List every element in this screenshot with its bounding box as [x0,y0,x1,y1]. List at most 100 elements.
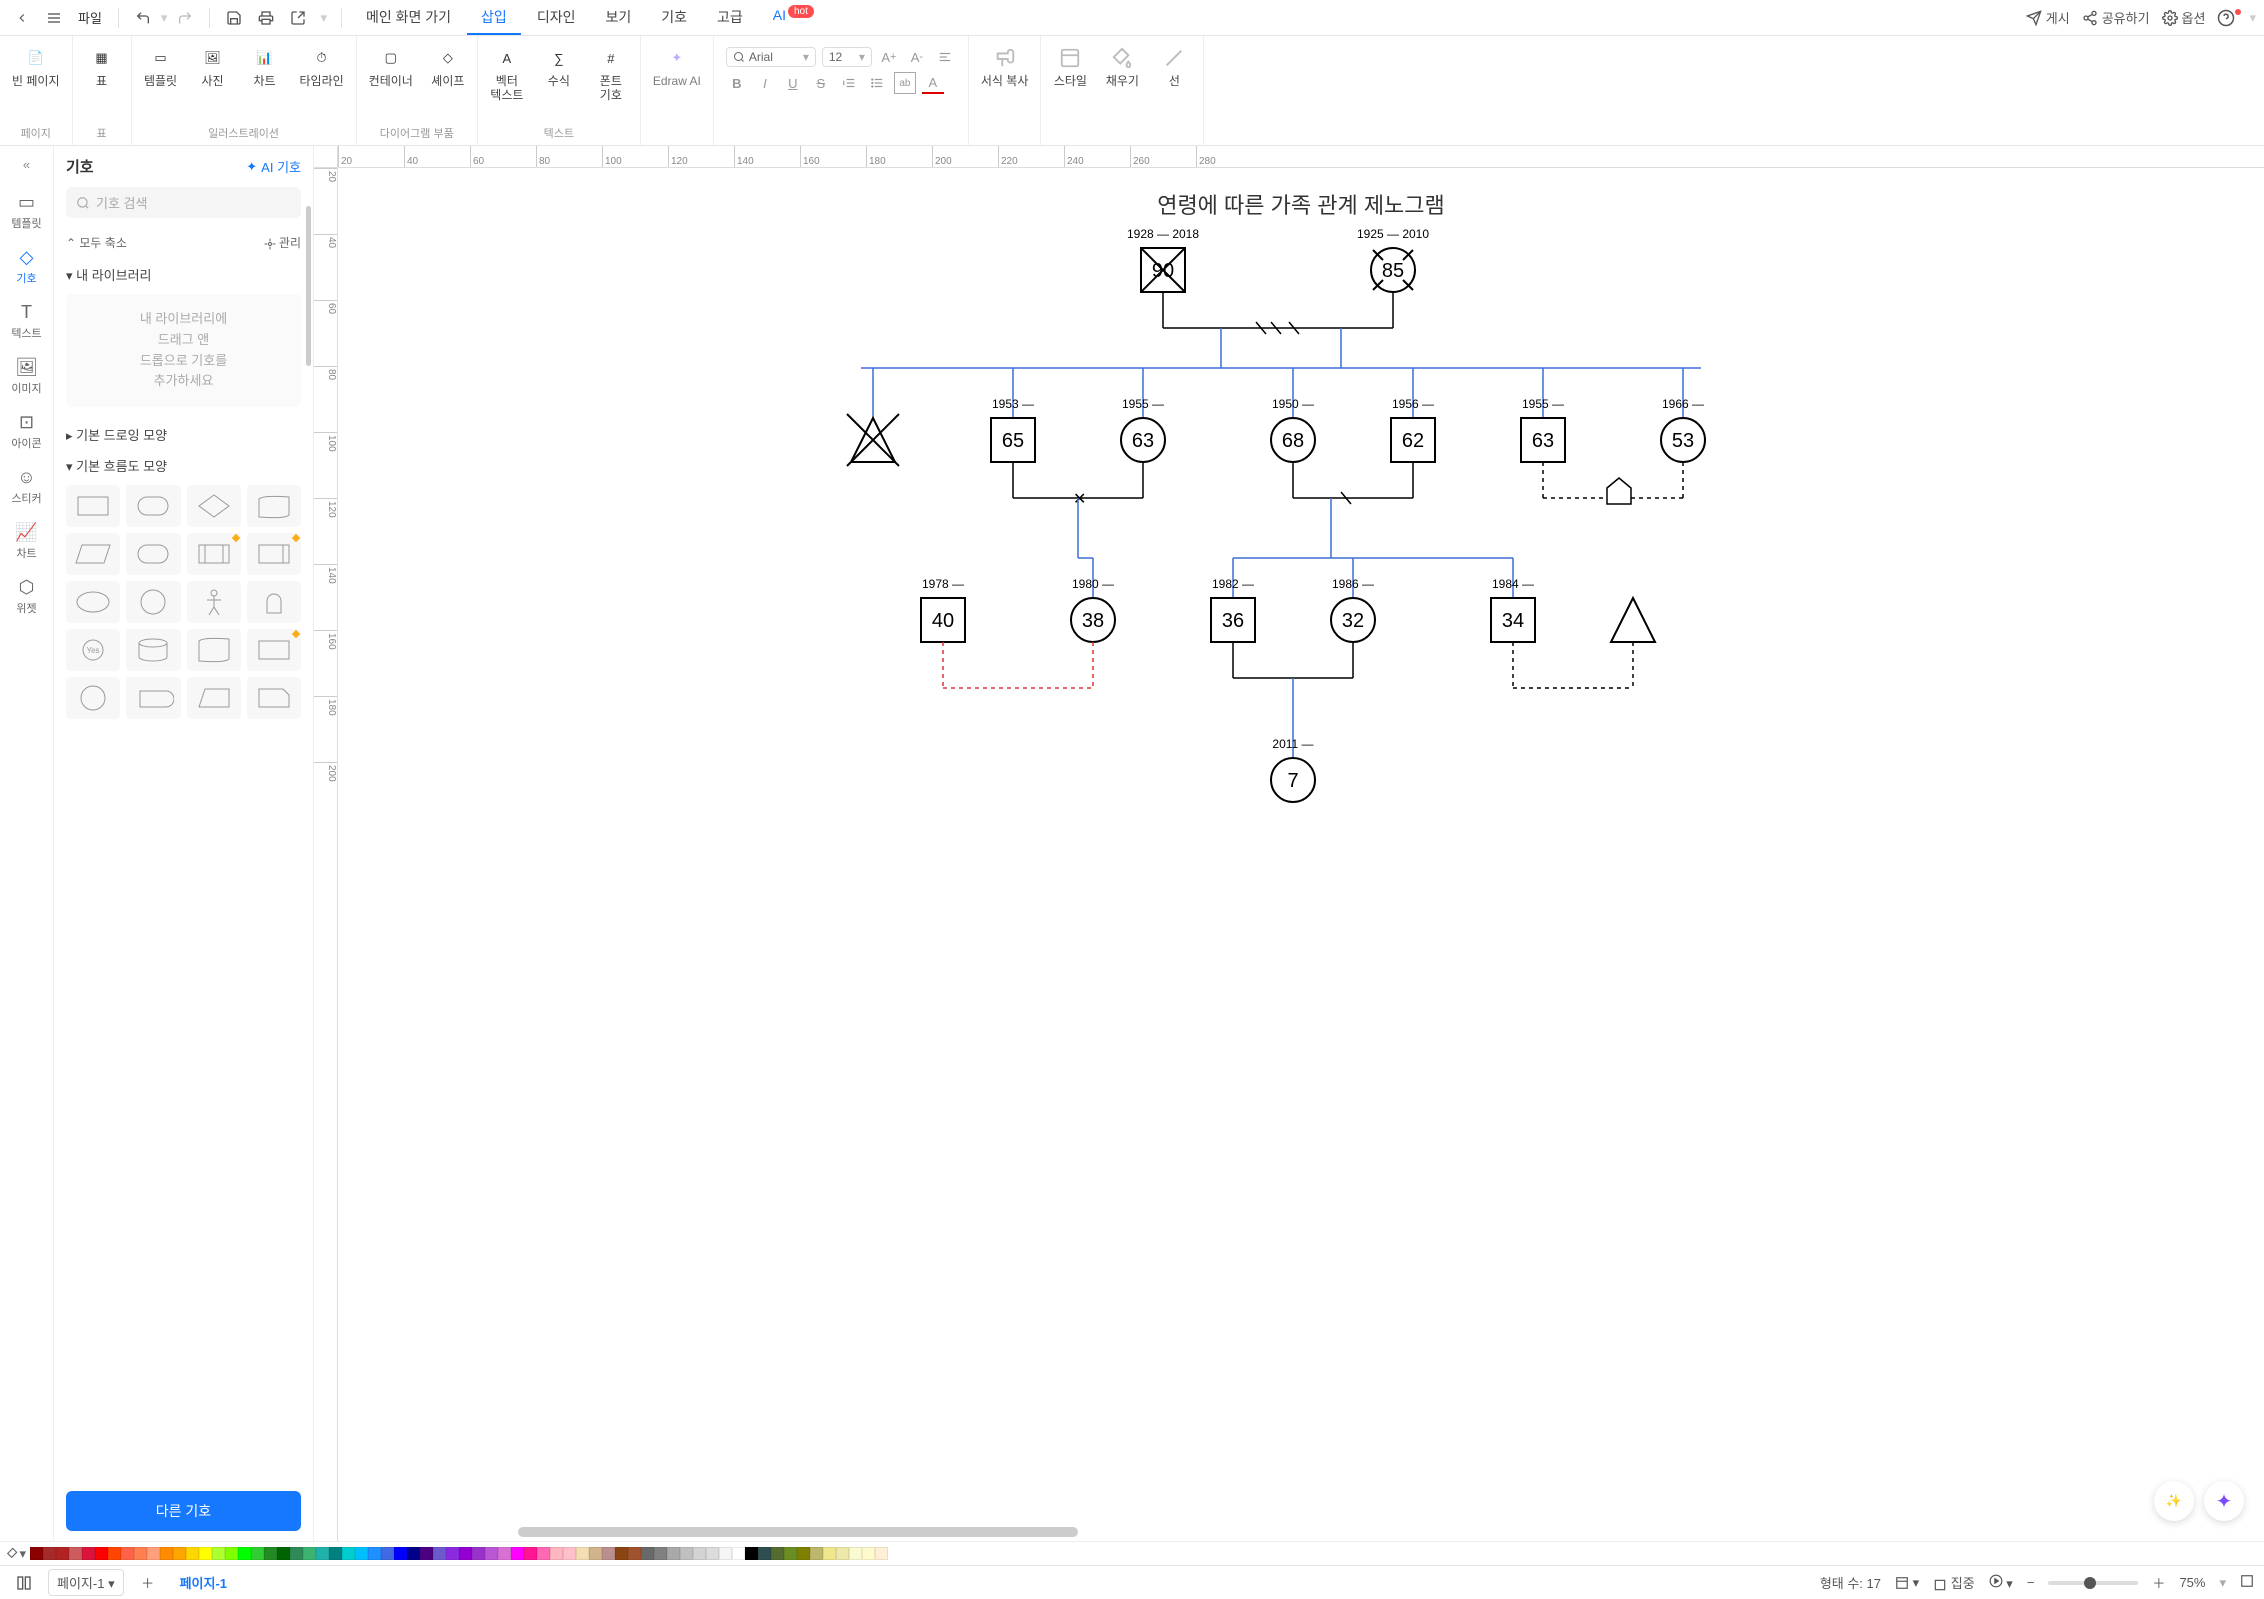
swatch[interactable] [615,1547,628,1560]
swatch[interactable] [56,1547,69,1560]
swatch[interactable] [589,1547,602,1560]
ribbon-폰트기호[interactable]: #폰트 기호 [586,42,636,123]
swatch[interactable] [758,1547,771,1560]
shape-thumb-18[interactable] [187,677,241,719]
panel-scrollbar[interactable] [306,206,311,366]
ai-symbols-link[interactable]: ✦ AI 기호 [246,157,301,176]
swatch[interactable] [355,1547,368,1560]
page-select[interactable]: 페이지-1 ▾ [48,1569,124,1596]
font-color-icon[interactable]: A [922,72,944,94]
swatch[interactable] [524,1547,537,1560]
genogram-diagram[interactable]: 연령에 따른 가족 관계 제노그램 1928 — 2018901925 — 20… [801,178,1801,878]
back-button[interactable] [8,4,36,32]
swatch[interactable] [342,1547,355,1560]
swatch[interactable] [420,1547,433,1560]
swatch[interactable] [329,1547,342,1560]
collapse-rail-button[interactable]: « [13,154,41,174]
rail-위젯[interactable]: ⬡위젯 [7,569,45,624]
line-button[interactable]: 선 [1149,42,1199,143]
swatch[interactable] [680,1547,693,1560]
shape-thumb-19[interactable] [247,677,301,719]
shape-thumb-13[interactable] [126,629,180,671]
swatch[interactable] [862,1547,875,1560]
swatch[interactable] [849,1547,862,1560]
rail-차트[interactable]: 📈차트 [7,514,45,569]
swatch[interactable] [550,1547,563,1560]
swatch[interactable] [173,1547,186,1560]
shape-thumb-9[interactable] [126,581,180,623]
swatch[interactable] [433,1547,446,1560]
undo-button[interactable] [129,4,157,32]
collapse-all-button[interactable]: ⌃ 모두 축소 [66,234,127,251]
fullscreen-button[interactable] [2240,1574,2254,1591]
swatch[interactable] [498,1547,511,1560]
swatch[interactable] [95,1547,108,1560]
swatch[interactable] [472,1547,485,1560]
manage-button[interactable]: 관리 [264,234,301,251]
focus-mode-button[interactable]: 집중 [1933,1573,1975,1592]
menu-고급[interactable]: 고급 [703,1,757,35]
swatch[interactable] [368,1547,381,1560]
swatch[interactable] [654,1547,667,1560]
rail-스티커[interactable]: ☺스티커 [7,459,45,514]
font-size-select[interactable]: 12▾ [822,47,872,67]
shape-thumb-10[interactable] [187,581,241,623]
swatch[interactable] [732,1547,745,1560]
play-button[interactable]: ▾ [1989,1574,2013,1592]
print-button[interactable] [252,4,280,32]
text-box-icon[interactable]: ab [894,72,916,94]
swatch[interactable] [667,1547,680,1560]
shape-thumb-2[interactable] [187,485,241,527]
swatch[interactable] [719,1547,732,1560]
swatch[interactable] [693,1547,706,1560]
swatch[interactable] [771,1547,784,1560]
swatch[interactable] [69,1547,82,1560]
help-button[interactable]: ▾ [2217,9,2256,27]
swatch[interactable] [563,1547,576,1560]
swatch[interactable] [147,1547,160,1560]
page-list-icon[interactable] [10,1569,38,1597]
ribbon-사진[interactable]: 🖼사진 [188,42,238,123]
page-tab[interactable]: 페이지-1 [172,1569,235,1596]
underline-icon[interactable]: U [782,72,804,94]
swatch[interactable] [251,1547,264,1560]
options-button[interactable]: 옵션 [2162,8,2206,27]
ribbon-셰이프[interactable]: ◇셰이프 [423,42,473,123]
swatch[interactable] [836,1547,849,1560]
shape-thumb-17[interactable] [126,677,180,719]
save-button[interactable] [220,4,248,32]
swatch[interactable] [316,1547,329,1560]
swatch[interactable] [459,1547,472,1560]
shape-thumb-12[interactable]: Yes [66,629,120,671]
basic-flow-section[interactable]: ▾ 기본 흐름도 모양 [66,448,301,479]
swatch[interactable] [784,1547,797,1560]
format-painter-button[interactable]: 서식 복사 [973,42,1037,143]
italic-icon[interactable]: I [754,72,776,94]
rail-아이콘[interactable]: ⊡아이콘 [7,404,45,459]
fill-bucket-icon[interactable]: ▾ [6,1544,26,1564]
swatch[interactable] [485,1547,498,1560]
swatch[interactable] [446,1547,459,1560]
shape-thumb-11[interactable] [247,581,301,623]
swatch[interactable] [303,1547,316,1560]
shape-thumb-3[interactable] [247,485,301,527]
swatch[interactable] [225,1547,238,1560]
rail-텍스트[interactable]: T텍스트 [7,294,45,349]
swatch[interactable] [641,1547,654,1560]
shape-thumb-5[interactable] [126,533,180,575]
swatch[interactable] [82,1547,95,1560]
zoom-in-button[interactable]: ＋ [2152,1573,2165,1592]
fill-button[interactable]: 채우기 [1097,42,1147,143]
export-button[interactable] [284,4,312,32]
units-toggle[interactable]: ▾ [1895,1575,1919,1591]
rail-이미지[interactable]: 🖼이미지 [7,349,45,404]
swatch[interactable] [43,1547,56,1560]
swatch[interactable] [160,1547,173,1560]
zoom-out-button[interactable]: − [2027,1575,2035,1590]
ribbon-차트[interactable]: 📊차트 [240,42,290,123]
swatch[interactable] [407,1547,420,1560]
library-drop-zone[interactable]: 내 라이브러리에 드래그 앤 드롭으로 기호를 추가하세요 [66,294,301,407]
swatch[interactable] [797,1547,810,1560]
swatch[interactable] [810,1547,823,1560]
basic-drawing-section[interactable]: ▸ 기본 드로잉 모양 [66,417,301,448]
